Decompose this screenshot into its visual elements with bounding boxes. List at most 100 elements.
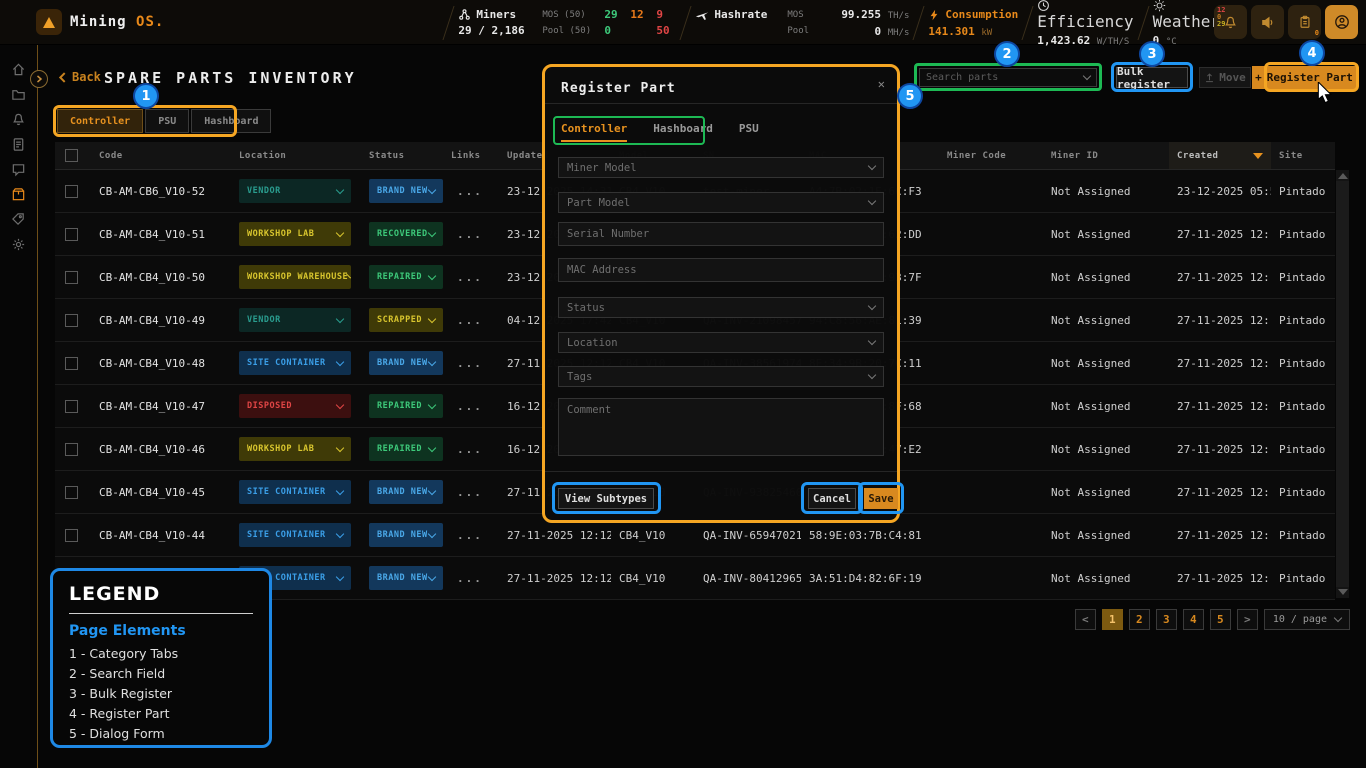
close-icon[interactable]: ✕ xyxy=(878,77,885,91)
column-header-site[interactable]: Site xyxy=(1271,142,1335,169)
row-checkbox[interactable] xyxy=(65,228,78,241)
part-model-select[interactable]: Part Model xyxy=(558,192,884,213)
tab-psu[interactable]: PSU xyxy=(145,109,189,133)
next-page-button[interactable]: > xyxy=(1237,609,1258,630)
row-links-menu[interactable]: ... xyxy=(457,271,483,284)
status-dropdown[interactable]: BRAND NEW xyxy=(369,480,443,504)
row-checkbox[interactable] xyxy=(65,271,78,284)
row-links-menu[interactable]: ... xyxy=(457,529,483,542)
row-checkbox[interactable] xyxy=(65,400,78,413)
cancel-button[interactable]: Cancel xyxy=(808,488,856,509)
scroll-down-icon[interactable] xyxy=(1338,589,1348,595)
status-dropdown[interactable]: BRAND NEW xyxy=(369,179,443,203)
row-links-menu[interactable]: ... xyxy=(457,357,483,370)
status-dropdown[interactable]: BRAND NEW xyxy=(369,566,443,590)
sidebar-item-gear[interactable] xyxy=(10,236,27,253)
status-dropdown[interactable]: REPAIRED xyxy=(369,394,443,418)
status-dropdown[interactable]: REPAIRED xyxy=(369,437,443,461)
status-dropdown[interactable]: SCRAPPED xyxy=(369,308,443,332)
row-checkbox[interactable] xyxy=(65,357,78,370)
row-links-menu[interactable]: ... xyxy=(457,314,483,327)
view-subtypes-button[interactable]: View Subtypes xyxy=(558,488,654,509)
tags-select[interactable]: Tags xyxy=(558,366,884,387)
sidebar-item-home[interactable] xyxy=(10,61,27,78)
location-dropdown[interactable]: DISPOSED xyxy=(239,394,351,418)
serial-number-input[interactable]: Serial Number xyxy=(558,222,884,246)
column-header-miner-id[interactable]: Miner ID xyxy=(1043,142,1169,169)
account-button[interactable] xyxy=(1325,5,1358,39)
location-dropdown[interactable]: SITE CONTAINER xyxy=(239,523,351,547)
row-checkbox[interactable] xyxy=(65,185,78,198)
column-header-created[interactable]: Created xyxy=(1169,142,1271,169)
sidebar-item-chat[interactable] xyxy=(10,161,27,178)
status-dropdown[interactable]: REPAIRED xyxy=(369,265,443,289)
column-header-code[interactable]: Code xyxy=(91,142,231,169)
save-button[interactable]: Save xyxy=(864,488,898,509)
status-select[interactable]: Status xyxy=(558,297,884,318)
row-links-menu[interactable]: ... xyxy=(457,228,483,241)
status-dropdown-cell: RECOVERED xyxy=(361,222,443,246)
row-checkbox[interactable] xyxy=(65,314,78,327)
row-checkbox[interactable] xyxy=(65,443,78,456)
column-header-status[interactable]: Status xyxy=(361,142,443,169)
row-site-cell: Pintado xyxy=(1271,486,1335,499)
sidebar-item-document[interactable] xyxy=(10,136,27,153)
location-dropdown[interactable]: WORKSHOP LAB xyxy=(239,437,351,461)
dialog-tab-psu[interactable]: PSU xyxy=(739,122,759,142)
column-header-select[interactable] xyxy=(55,142,91,169)
miner-model-select[interactable]: Miner Model xyxy=(558,157,884,178)
scroll-track[interactable] xyxy=(1336,181,1349,587)
page-size-select[interactable]: 10 / page xyxy=(1264,609,1350,630)
sidebar-item-folder[interactable] xyxy=(10,86,27,103)
scroll-up-icon[interactable] xyxy=(1338,173,1348,179)
sound-button[interactable] xyxy=(1251,5,1284,39)
location-dropdown[interactable]: SITE CONTAINER xyxy=(239,351,351,375)
prev-page-button[interactable]: < xyxy=(1075,609,1096,630)
search-input[interactable]: Search parts xyxy=(919,68,1097,87)
row-links-menu[interactable]: ... xyxy=(457,400,483,413)
row-links-menu[interactable]: ... xyxy=(457,572,483,585)
row-checkbox[interactable] xyxy=(65,486,78,499)
tab-hashboard[interactable]: Hashboard xyxy=(191,109,271,133)
status-dropdown[interactable]: BRAND NEW xyxy=(369,523,443,547)
location-dropdown[interactable]: VENDOR xyxy=(239,179,351,203)
back-button[interactable]: Back xyxy=(58,70,101,84)
sort-desc-icon[interactable] xyxy=(1253,153,1263,159)
status-dropdown[interactable]: BRAND NEW xyxy=(369,351,443,375)
mac-address-input[interactable]: MAC Address xyxy=(558,258,884,282)
location-dropdown[interactable]: WORKSHOP LAB xyxy=(239,222,351,246)
row-links-menu[interactable]: ... xyxy=(457,486,483,499)
table-scrollbar[interactable] xyxy=(1336,170,1349,598)
page-button-4[interactable]: 4 xyxy=(1183,609,1204,630)
sidebar-item-tags[interactable] xyxy=(10,211,27,228)
move-button[interactable]: Move xyxy=(1199,67,1251,88)
row-created: 27-11-2025 12:12 xyxy=(1177,529,1271,542)
page-button-5[interactable]: 5 xyxy=(1210,609,1231,630)
location-dropdown[interactable]: WORKSHOP WAREHOUSE xyxy=(239,265,351,289)
page-button-3[interactable]: 3 xyxy=(1156,609,1177,630)
sidebar-item-package[interactable] xyxy=(10,186,27,203)
notifications-button[interactable]: 12 0 29 xyxy=(1214,5,1247,39)
location-select[interactable]: Location xyxy=(558,332,884,353)
app-logo[interactable]: Mining OS. xyxy=(36,9,164,35)
location-dropdown[interactable]: VENDOR xyxy=(239,308,351,332)
column-header-location[interactable]: Location xyxy=(231,142,361,169)
page-button-2[interactable]: 2 xyxy=(1129,609,1150,630)
tab-controller[interactable]: Controller xyxy=(57,109,143,133)
location-dropdown[interactable]: SITE CONTAINER xyxy=(239,480,351,504)
page-button-1[interactable]: 1 xyxy=(1102,609,1123,630)
status-dropdown[interactable]: RECOVERED xyxy=(369,222,443,246)
status-dropdown-cell: BRAND NEW xyxy=(361,351,443,375)
column-header-links[interactable]: Links xyxy=(443,142,499,169)
comment-textarea[interactable]: Comment xyxy=(558,398,884,456)
select-all-checkbox[interactable] xyxy=(65,149,78,162)
register-part-button[interactable]: +Register Part xyxy=(1252,66,1356,89)
sidebar-expand-button[interactable] xyxy=(30,70,48,88)
bulk-register-button[interactable]: Bulk register xyxy=(1116,67,1188,88)
sidebar-item-bell[interactable] xyxy=(10,111,27,128)
row-links-menu[interactable]: ... xyxy=(457,185,483,198)
tasks-button[interactable]: 0 xyxy=(1288,5,1321,39)
row-links-menu[interactable]: ... xyxy=(457,443,483,456)
column-header-miner-code[interactable]: Miner Code xyxy=(939,142,1043,169)
row-checkbox[interactable] xyxy=(65,529,78,542)
